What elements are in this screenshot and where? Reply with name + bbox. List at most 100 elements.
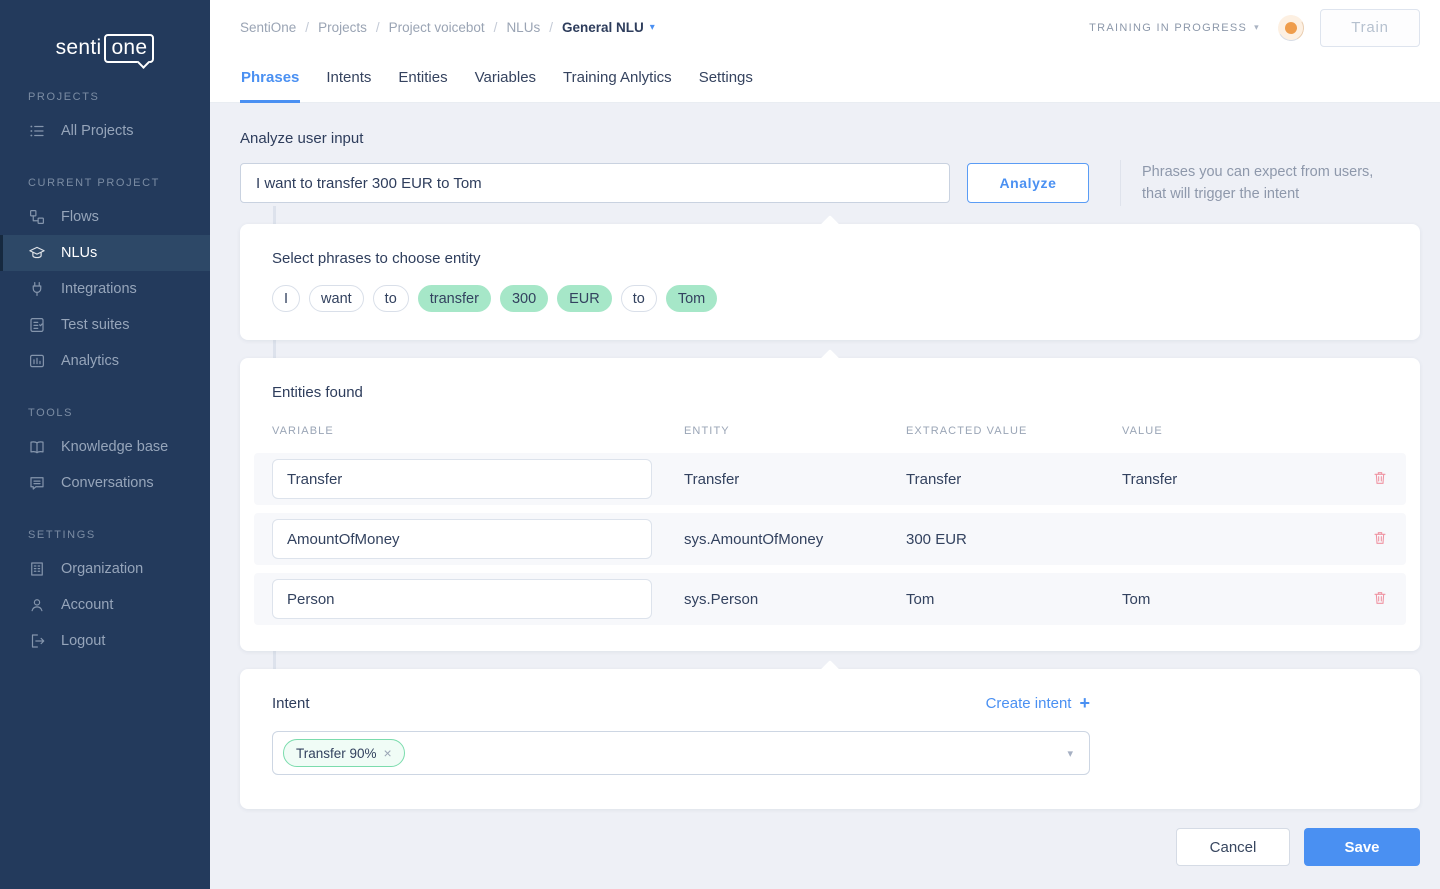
- bar-chart-icon: [28, 352, 46, 370]
- train-button[interactable]: Train: [1320, 9, 1420, 47]
- phrase-token[interactable]: to: [373, 285, 409, 312]
- remove-intent-icon[interactable]: ×: [384, 745, 392, 761]
- phrase-token-selected[interactable]: 300: [500, 285, 548, 312]
- sidebar-item-all-projects[interactable]: All Projects: [0, 113, 210, 149]
- breadcrumb: SentiOne / Projects / Project voicebot /…: [240, 20, 655, 35]
- tab-phrases[interactable]: Phrases: [240, 69, 300, 103]
- card-connector-line: [273, 651, 276, 669]
- column-header-variable: VARIABLE: [272, 425, 684, 437]
- create-intent-label: Create intent: [986, 695, 1072, 712]
- vertical-divider: [1120, 160, 1121, 206]
- tab-variables[interactable]: Variables: [474, 69, 537, 103]
- entity-cell: sys.AmountOfMoney: [684, 531, 906, 548]
- logo-bubble: one: [104, 34, 154, 63]
- sidebar-item-label: NLUs: [61, 245, 97, 261]
- logo-text: senti: [56, 36, 102, 59]
- card-connector-line: [273, 206, 276, 224]
- column-header-entity: ENTITY: [684, 425, 906, 437]
- sidebar-item-test-suites[interactable]: Test suites: [0, 307, 210, 343]
- sidebar-item-label: Integrations: [61, 281, 137, 297]
- training-status-label: TRAINING IN PROGRESS: [1089, 22, 1247, 34]
- variable-name-input[interactable]: [272, 519, 652, 559]
- sidebar-item-account[interactable]: Account: [0, 587, 210, 623]
- column-header-value: VALUE: [1122, 425, 1388, 437]
- variable-name-input[interactable]: [272, 459, 652, 499]
- status-dot: [1284, 20, 1299, 35]
- delete-entity-button[interactable]: [1366, 585, 1394, 614]
- sidebar-item-logout[interactable]: Logout: [0, 623, 210, 659]
- entities-table-header: VARIABLE ENTITY EXTRACTED VALUE VALUE: [240, 425, 1420, 437]
- sidebar-item-nlus[interactable]: NLUs: [0, 235, 210, 271]
- sidebar-section-current-project: CURRENT PROJECT: [0, 177, 210, 189]
- phrase-token[interactable]: I: [272, 285, 300, 312]
- sidebar-item-analytics[interactable]: Analytics: [0, 343, 210, 379]
- trash-icon: [1372, 529, 1388, 547]
- current-nlu-label: General NLU: [562, 20, 644, 35]
- breadcrumb-item-sentione[interactable]: SentiOne: [240, 20, 296, 35]
- breadcrumb-item-project-voicebot[interactable]: Project voicebot: [389, 20, 485, 35]
- sidebar-item-label: Test suites: [61, 317, 130, 333]
- analyze-input-label: Analyze user input: [240, 130, 1420, 147]
- sidebar-item-conversations[interactable]: Conversations: [0, 465, 210, 501]
- extracted-value-cell: Tom: [906, 591, 1122, 608]
- footer-actions: Cancel Save: [240, 828, 1420, 866]
- save-button[interactable]: Save: [1304, 828, 1420, 866]
- delete-entity-button[interactable]: [1366, 465, 1394, 494]
- table-row: Transfer Transfer Transfer: [254, 453, 1406, 505]
- phrase-tokens: I want to transfer 300 EUR to Tom: [272, 285, 1388, 312]
- phrase-token[interactable]: want: [309, 285, 364, 312]
- tab-training-analytics[interactable]: Training Anlytics: [562, 69, 673, 103]
- breadcrumb-separator: /: [549, 20, 553, 35]
- sidebar-item-organization[interactable]: Organization: [0, 551, 210, 587]
- value-cell: Transfer: [1122, 471, 1366, 488]
- plus-icon: +: [1079, 693, 1090, 714]
- sidebar-item-knowledge-base[interactable]: Knowledge base: [0, 429, 210, 465]
- table-row: sys.AmountOfMoney 300 EUR: [254, 513, 1406, 565]
- sidebar-item-label: Analytics: [61, 353, 119, 369]
- card-notch: [820, 215, 840, 235]
- phrase-token-selected[interactable]: transfer: [418, 285, 491, 312]
- tabs: Phrases Intents Entities Variables Train…: [210, 55, 1440, 103]
- card-connector-line: [273, 340, 276, 358]
- helper-line: that will trigger the intent: [1142, 183, 1373, 205]
- chevron-down-icon: ▾: [650, 22, 655, 33]
- breadcrumb-current-nlu-selector[interactable]: General NLU ▾: [562, 20, 655, 35]
- sidebar-section-settings: SETTINGS: [0, 529, 210, 541]
- sidebar-item-flows[interactable]: Flows: [0, 199, 210, 235]
- entities-card: Entities found VARIABLE ENTITY EXTRACTED…: [240, 358, 1420, 651]
- book-icon: [28, 438, 46, 456]
- phrase-token-selected[interactable]: Tom: [666, 285, 717, 312]
- breadcrumb-item-projects[interactable]: Projects: [318, 20, 367, 35]
- tab-entities[interactable]: Entities: [397, 69, 448, 103]
- card-notch: [820, 349, 840, 369]
- user-input-field[interactable]: [240, 163, 950, 203]
- plug-icon: [28, 280, 46, 298]
- create-intent-link[interactable]: Create intent +: [986, 693, 1090, 714]
- sidebar-section-tools: TOOLS: [0, 407, 210, 419]
- training-status-dropdown[interactable]: TRAINING IN PROGRESS ▾: [1089, 22, 1260, 34]
- delete-entity-button[interactable]: [1366, 525, 1394, 554]
- tab-intents[interactable]: Intents: [325, 69, 372, 103]
- breadcrumb-item-nlus[interactable]: NLUs: [506, 20, 540, 35]
- phrase-token[interactable]: to: [621, 285, 657, 312]
- tab-settings[interactable]: Settings: [698, 69, 754, 103]
- intent-select[interactable]: Transfer 90% × ▾: [272, 731, 1090, 775]
- intent-card: Intent Create intent + Transfer 90% × ▾: [240, 669, 1420, 809]
- chat-icon: [28, 474, 46, 492]
- analyze-button[interactable]: Analyze: [967, 163, 1089, 203]
- trash-icon: [1372, 589, 1388, 607]
- entities-table-body: Transfer Transfer Transfer sys.AmountOfM…: [240, 453, 1420, 625]
- phrase-token-selected[interactable]: EUR: [557, 285, 612, 312]
- training-spinner-icon: [1275, 12, 1307, 44]
- intent-tag-label: Transfer 90%: [296, 746, 377, 761]
- cancel-button[interactable]: Cancel: [1176, 828, 1290, 866]
- graduation-cap-icon: [28, 244, 46, 262]
- topbar: SentiOne / Projects / Project voicebot /…: [210, 0, 1440, 55]
- chevron-down-icon: ▾: [1067, 747, 1073, 760]
- column-header-extracted-value: EXTRACTED VALUE: [906, 425, 1122, 437]
- phrase-selection-title: Select phrases to choose entity: [272, 250, 1388, 267]
- sidebar: sentione PROJECTS All Projects CURRENT P…: [0, 0, 210, 889]
- sidebar-item-integrations[interactable]: Integrations: [0, 271, 210, 307]
- variable-name-input[interactable]: [272, 579, 652, 619]
- entity-cell: Transfer: [684, 471, 906, 488]
